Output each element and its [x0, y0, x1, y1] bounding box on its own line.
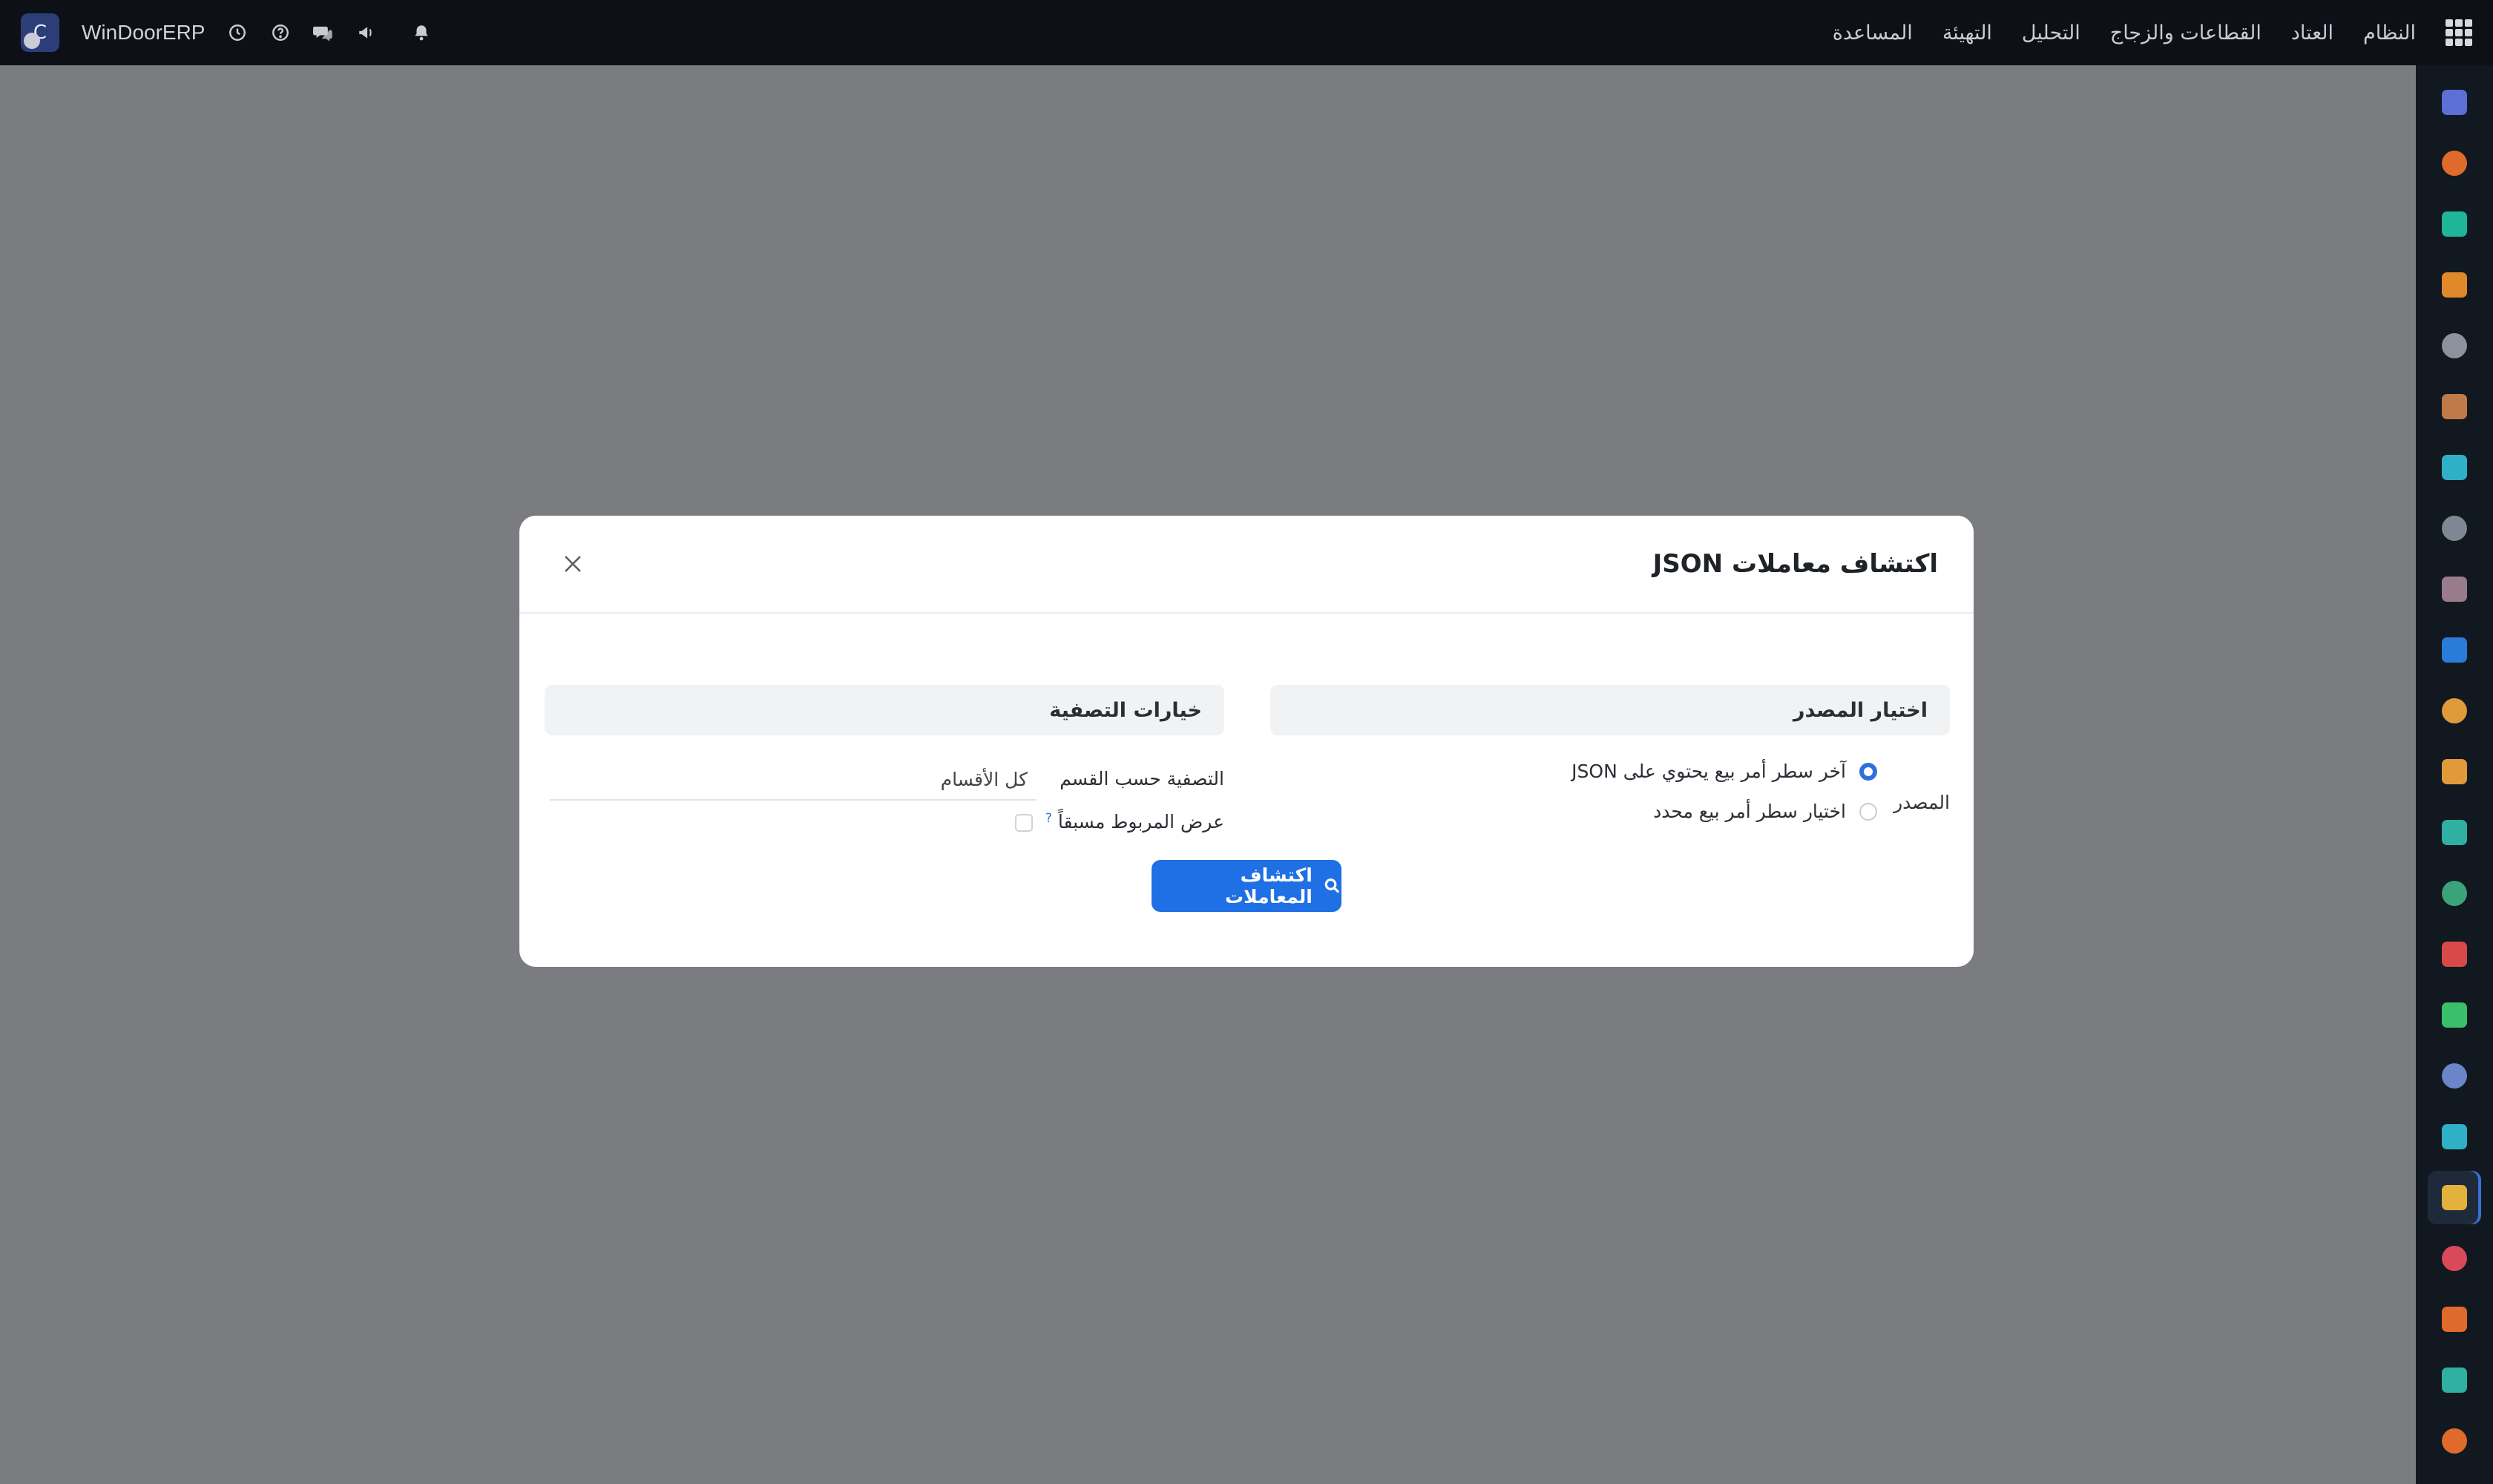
dock-item[interactable] — [2428, 197, 2481, 251]
source-option-specific-line[interactable]: اختيار سطر أمر بيع محدد — [1653, 801, 1877, 822]
department-filter-value: كل الأقسام — [940, 768, 1028, 790]
apps-grid-icon[interactable] — [2446, 19, 2472, 46]
users-group-icon — [2442, 698, 2467, 723]
bar-chart-icon — [2442, 272, 2467, 298]
dock-item[interactable] — [2428, 319, 2481, 372]
hexagon-icon — [2442, 1307, 2467, 1332]
brand-name[interactable]: WinDoorERP — [82, 21, 205, 45]
dialog-title: اكتشاف معاملات JSON — [1652, 549, 1938, 579]
app-dock — [2416, 65, 2493, 1484]
source-option-label: اختيار سطر أمر بيع محدد — [1653, 801, 1846, 822]
close-icon — [565, 556, 581, 572]
menu-hardware[interactable]: العتاد — [2291, 22, 2333, 45]
radio-selected[interactable] — [1859, 762, 1877, 781]
bars-icon — [2442, 1246, 2467, 1271]
dialog-body: اختيار المصدر خيارات التصفية المصدر آخر … — [519, 614, 1974, 967]
dock-item[interactable] — [2428, 684, 2481, 738]
dock-item[interactable] — [2428, 623, 2481, 677]
show-linked-label: عرض المربوط مسبقاً ? — [1045, 811, 1224, 833]
gmail-icon — [2442, 90, 2467, 115]
cube-icon — [2442, 333, 2467, 358]
dock-item[interactable] — [2428, 806, 2481, 859]
dock-item[interactable] — [2428, 502, 2481, 555]
contact-card-icon — [2442, 394, 2467, 419]
megaphone-icon[interactable] — [356, 22, 377, 43]
dock-item[interactable] — [2428, 1110, 2481, 1163]
user-avatar[interactable]: C — [21, 13, 59, 52]
help-circle-icon[interactable] — [270, 22, 291, 43]
dock-item[interactable] — [2428, 562, 2481, 616]
discover-parameters-button[interactable]: اكتشاف المعاملات — [1152, 860, 1341, 912]
chat-bubble-icon — [2442, 151, 2467, 176]
department-filter-label: التصفية حسب القسم — [1060, 768, 1224, 789]
id-badge-icon — [2442, 881, 2467, 906]
dock-item[interactable] — [2428, 1353, 2481, 1407]
dialog-header: اكتشاف معاملات JSON — [519, 516, 1974, 614]
menu-profiles-glass[interactable]: القطاعات والزجاج — [2110, 22, 2262, 45]
chat-icon[interactable] — [313, 22, 334, 43]
filter-section-heading: خيارات التصفية — [545, 685, 1224, 735]
dock-item[interactable] — [2428, 928, 2481, 981]
menu-help[interactable]: المساعدة — [1833, 22, 1913, 45]
gear-hex-icon — [2442, 1428, 2467, 1454]
checkmark-icon — [2442, 455, 2467, 480]
dock-item[interactable] — [2428, 441, 2481, 494]
clock-icon[interactable] — [227, 22, 248, 43]
waves-icon — [2442, 1124, 2467, 1149]
dock-item[interactable] — [2428, 137, 2481, 190]
dock-item[interactable] — [2428, 745, 2481, 798]
pen-icon — [2442, 820, 2467, 845]
dock-item[interactable] — [2428, 76, 2481, 129]
document-blue-icon — [2442, 637, 2467, 663]
compass-icon — [2442, 1063, 2467, 1089]
inbox-icon — [2442, 516, 2467, 541]
dock-item[interactable] — [2428, 867, 2481, 920]
json-discovery-dialog: اكتشاف معاملات JSON اختيار المصدر خيارات… — [519, 516, 1974, 967]
source-option-label: آخر سطر أمر بيع يحتوي على JSON — [1571, 761, 1846, 782]
menu-system[interactable]: النظام — [2363, 22, 2416, 45]
dock-item[interactable] — [2428, 1232, 2481, 1285]
navbar-menu: النظام العتاد القطاعات والزجاج التحليل ا… — [1833, 19, 2472, 46]
dock-item[interactable] — [2428, 1293, 2481, 1346]
top-navbar: C WinDoorERP النظام العتاد القطاعات والز… — [0, 0, 2493, 65]
calendar-31-icon — [2442, 759, 2467, 784]
source-section-heading: اختيار المصدر — [1270, 685, 1950, 735]
dock-item[interactable] — [2428, 988, 2481, 1042]
pie-icon — [2442, 1368, 2467, 1393]
menu-analysis[interactable]: التحليل — [2022, 22, 2080, 45]
search-icon — [1324, 879, 1339, 893]
dock-item[interactable] — [2428, 380, 2481, 433]
discover-button-label: اكتشاف المعاملات — [1224, 864, 1313, 907]
navbar-left: C WinDoorERP — [21, 13, 432, 52]
source-option-last-json[interactable]: آخر سطر أمر بيع يحتوي على JSON — [1571, 761, 1877, 782]
check-drop-icon — [2442, 211, 2467, 237]
dock-item[interactable] — [2428, 1414, 2481, 1468]
show-linked-text: عرض المربوط مسبقاً — [1057, 811, 1224, 833]
whatsapp-icon — [2442, 1002, 2467, 1028]
show-linked-checkbox[interactable] — [1015, 814, 1033, 832]
bell-icon[interactable] — [411, 22, 432, 43]
dock-item[interactable] — [2428, 1049, 2481, 1103]
source-field-label: المصدر — [1893, 792, 1950, 813]
status-dot — [24, 33, 40, 49]
close-button[interactable] — [555, 546, 591, 582]
dock-item[interactable] — [2428, 258, 2481, 312]
help-question-icon[interactable]: ? — [1045, 811, 1052, 826]
box-icon — [2442, 577, 2467, 602]
radio-unselected[interactable] — [1859, 802, 1877, 821]
dock-item[interactable] — [2428, 1171, 2481, 1224]
paper-plane-icon — [2442, 1185, 2467, 1210]
dashboard-grid-icon — [2442, 942, 2467, 967]
department-filter-select[interactable]: كل الأقسام — [550, 759, 1037, 801]
menu-setup[interactable]: التهيئة — [1942, 22, 1992, 45]
